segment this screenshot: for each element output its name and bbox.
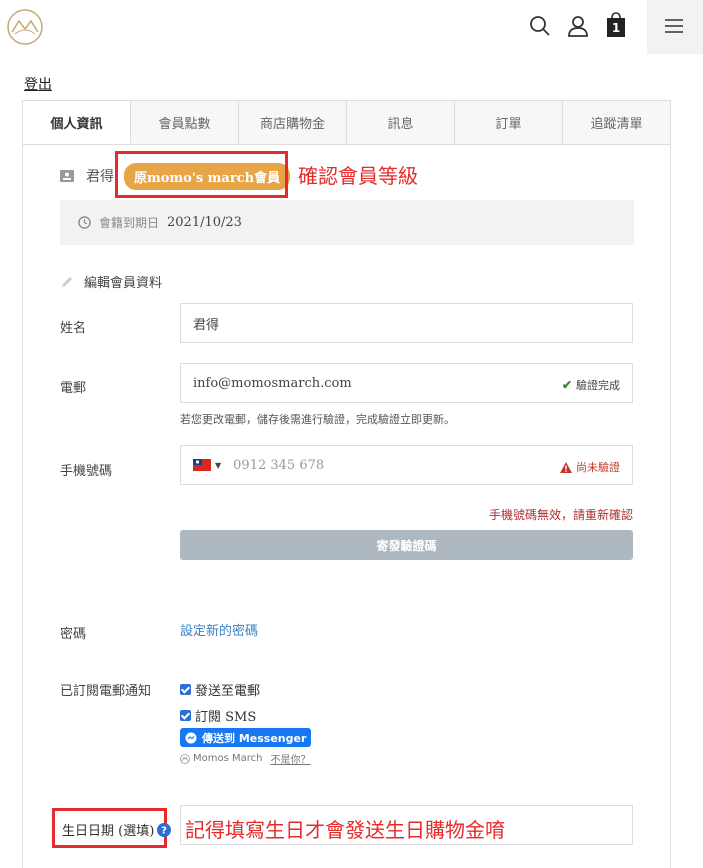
email-field[interactable]: info@momosmarch.com ✔ 驗證完成 xyxy=(180,363,633,403)
tab-points[interactable]: 會員點數 xyxy=(131,101,239,144)
send-code-button[interactable]: 寄發驗證碼 xyxy=(180,530,633,560)
tab-messages[interactable]: 訊息 xyxy=(347,101,455,144)
member-name: 君得 xyxy=(86,169,114,185)
email-label: 電郵 xyxy=(60,381,87,396)
edit-profile-title: 編輯會員資料 xyxy=(60,272,162,291)
email-verified-status: ✔ 驗證完成 xyxy=(562,377,620,393)
messenger-icon xyxy=(185,732,197,743)
cart-button[interactable]: 1 xyxy=(605,12,627,38)
tab-wishlist[interactable]: 追蹤清單 xyxy=(563,101,670,144)
phone-error-message: 手機號碼無效，請重新確認 xyxy=(488,508,633,522)
email-status-text: 驗證完成 xyxy=(576,379,620,392)
cart-count: 1 xyxy=(611,21,621,35)
tab-orders[interactable]: 訂單 xyxy=(455,101,563,144)
subscribe-email-checkbox[interactable] xyxy=(180,684,191,695)
email-hint: 若您更改電郵，儲存後需進行驗證，完成驗證立即更新。 xyxy=(180,413,455,426)
search-icon[interactable] xyxy=(528,14,552,38)
expiry-value: 2021/10/23 xyxy=(167,215,242,230)
user-icon[interactable] xyxy=(566,14,590,38)
pencil-icon xyxy=(62,276,72,287)
tab-profile[interactable]: 個人資訊 xyxy=(23,101,131,144)
hamburger-menu-icon xyxy=(665,19,683,33)
phone-unverified-status: 尚未驗證 xyxy=(560,459,620,475)
tier-highlight-box xyxy=(115,151,288,198)
menu-button[interactable] xyxy=(647,0,703,54)
name-field[interactable]: 君得 xyxy=(180,303,633,343)
messenger-page-name: Momos March xyxy=(193,753,263,764)
set-password-link[interactable]: 設定新的密碼 xyxy=(180,620,258,639)
messenger-button-label: 傳送到 Messenger xyxy=(202,731,307,745)
tab-store-credit[interactable]: 商店購物金 xyxy=(239,101,347,144)
site-header: 1 xyxy=(0,0,703,54)
subscribe-email-label: 發送至電郵 xyxy=(195,684,261,699)
subscribe-sms-checkbox[interactable] xyxy=(180,710,191,721)
page-logo-icon xyxy=(180,753,190,764)
membership-expiry: 會籍到期日 2021/10/23 xyxy=(60,200,634,245)
warning-icon xyxy=(560,461,572,473)
account-tabs: 個人資訊 會員點數 商店購物金 訊息 訂單 追蹤清單 xyxy=(22,100,671,145)
subscribe-email-row[interactable]: 發送至電郵 xyxy=(180,680,260,699)
subscribe-sms-row[interactable]: 訂閱 SMS xyxy=(180,706,256,725)
phone-field[interactable]: ▼ 0912 345 678 尚未驗證 xyxy=(180,445,633,485)
id-card-icon xyxy=(60,170,74,182)
messenger-account-row: Momos March 不是你？ xyxy=(180,751,310,766)
phone-placeholder: 0912 345 678 xyxy=(233,457,325,473)
name-label: 姓名 xyxy=(60,321,87,336)
logout-link[interactable]: 登出 xyxy=(24,74,52,94)
subscribe-sms-label: 訂閱 SMS xyxy=(195,710,257,725)
subscription-label: 已訂閱電郵通知 xyxy=(60,684,152,699)
password-label: 密碼 xyxy=(60,627,87,642)
birthday-label: 生日日期 (選填) ? xyxy=(62,820,172,839)
help-icon[interactable]: ? xyxy=(157,822,172,837)
phone-status-text: 尚未驗證 xyxy=(576,461,620,474)
taiwan-flag-icon[interactable] xyxy=(193,459,211,471)
mountain-logo-icon[interactable] xyxy=(6,8,44,46)
tier-annotation: 確認會員等級 xyxy=(298,164,418,188)
birthday-annotation: 記得填寫生日才會發送生日購物金唷 xyxy=(185,818,505,842)
edit-profile-title-text: 編輯會員資料 xyxy=(84,276,163,291)
svg-text:?: ? xyxy=(161,825,167,836)
name-value: 君得 xyxy=(193,317,220,333)
send-to-messenger-button[interactable]: 傳送到 Messenger xyxy=(180,728,312,747)
checkmark-icon: ✔ xyxy=(561,378,572,392)
email-value: info@momosmarch.com xyxy=(193,375,352,391)
birthday-label-text: 生日日期 (選填) xyxy=(62,824,155,839)
phone-label: 手機號碼 xyxy=(60,464,113,479)
expiry-label: 會籍到期日 xyxy=(99,216,160,230)
clock-icon xyxy=(78,216,91,229)
not-you-link[interactable]: 不是你？ xyxy=(270,751,310,766)
chevron-down-icon[interactable]: ▼ xyxy=(215,461,221,470)
